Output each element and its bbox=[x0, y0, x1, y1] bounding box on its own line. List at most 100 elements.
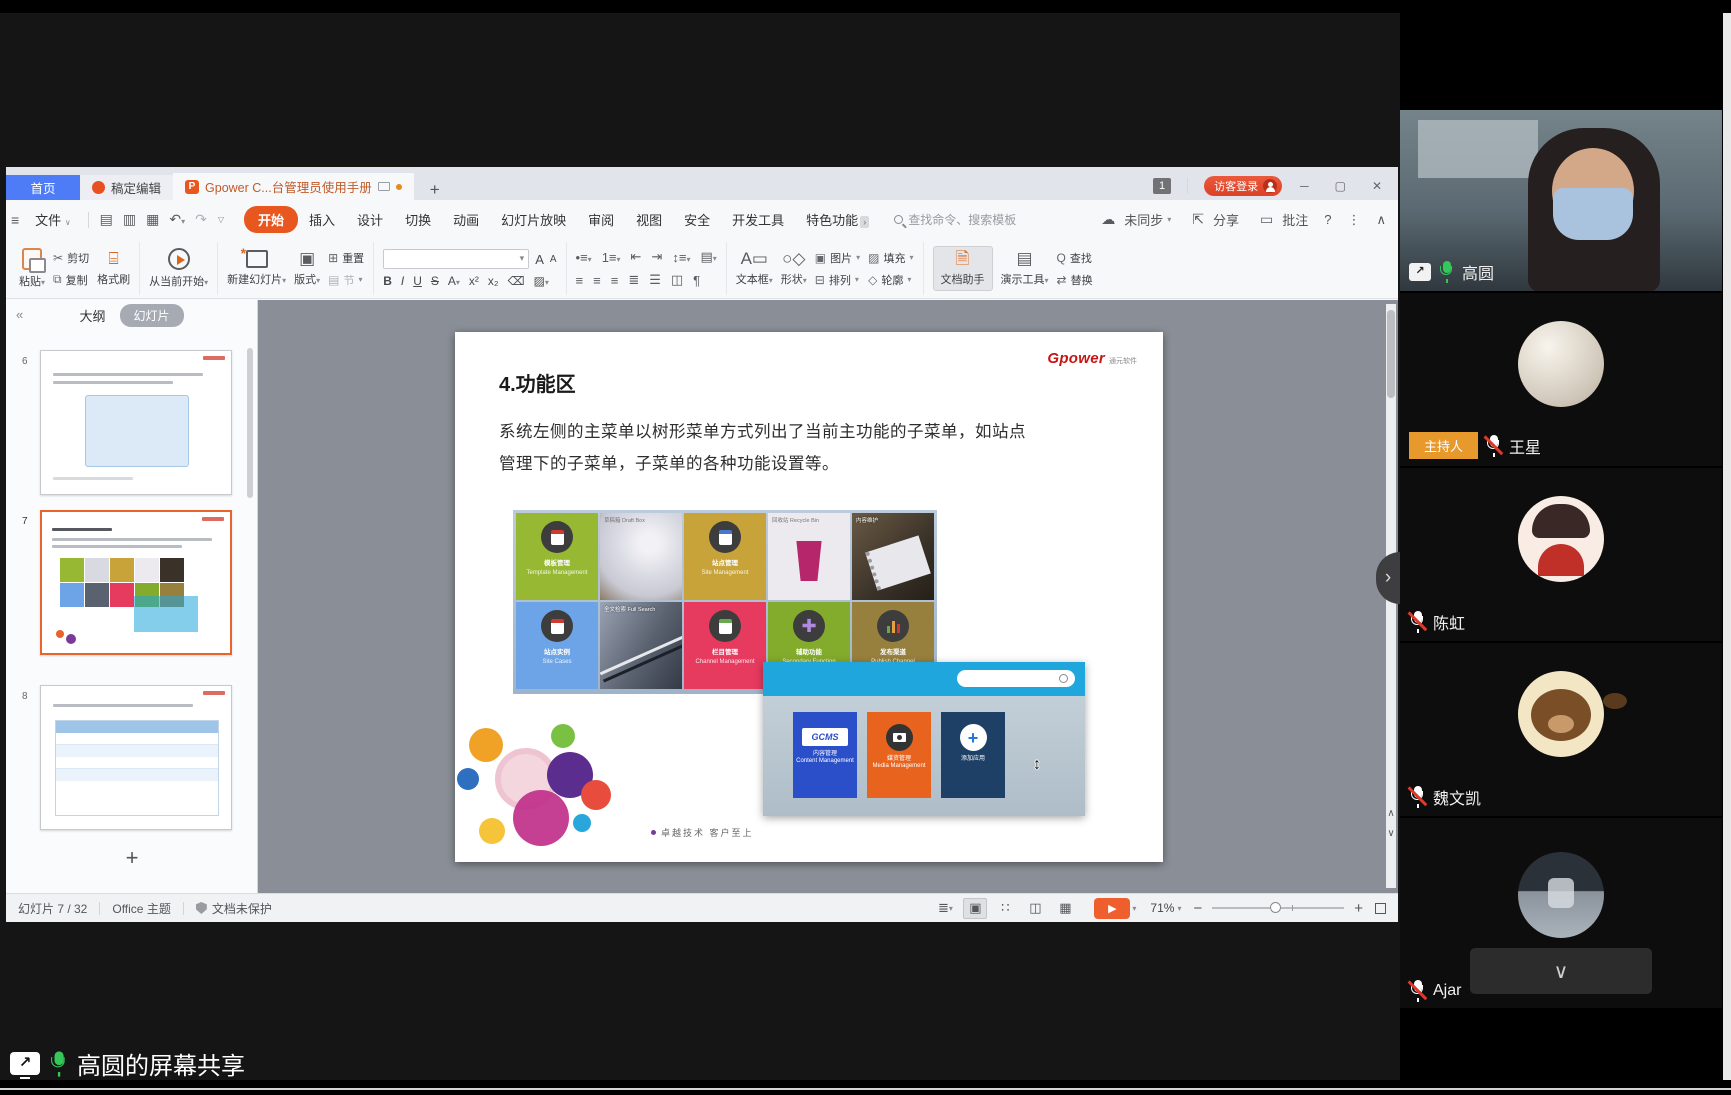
distribute-button[interactable]: ☰ bbox=[649, 272, 661, 288]
comment-button[interactable]: ▭ 批注 bbox=[1255, 210, 1308, 229]
paragraph-dialog-button[interactable]: ¶ bbox=[693, 273, 700, 288]
text-box-button[interactable]: A▭ 文本框▾ bbox=[736, 250, 773, 287]
menu-view[interactable]: 视图 bbox=[625, 206, 673, 233]
columns-button[interactable]: ◫ bbox=[671, 272, 683, 288]
copy-button[interactable]: ⧉复制 bbox=[53, 272, 89, 288]
align-right-button[interactable]: ≡ bbox=[611, 273, 619, 288]
play-from-current-button[interactable]: 从当前开始▾ bbox=[149, 248, 208, 289]
panel-scrollbar[interactable] bbox=[1723, 13, 1731, 1080]
maximize-button[interactable]: ▢ bbox=[1327, 179, 1354, 193]
arrange-button[interactable]: ⊟排列▾ bbox=[815, 272, 860, 288]
italic-button[interactable]: I bbox=[401, 274, 404, 288]
outdent-button[interactable]: ⇤ bbox=[631, 249, 642, 265]
zoom-in-button[interactable]: + bbox=[1354, 900, 1363, 917]
font-family-select[interactable] bbox=[383, 249, 529, 269]
fullscreen-button[interactable] bbox=[1375, 903, 1386, 914]
superscript-button[interactable]: x² bbox=[469, 274, 479, 288]
participant-tile-host[interactable]: 主持人 王星 bbox=[1400, 293, 1722, 466]
menu-insert[interactable]: 插入 bbox=[298, 206, 346, 233]
layout-button[interactable]: ▣ 版式▾ bbox=[294, 250, 320, 287]
more-quick-icon[interactable]: ▽ bbox=[218, 215, 224, 224]
menu-file[interactable]: 文件 ∨ bbox=[24, 206, 82, 233]
indent-button[interactable]: ⇥ bbox=[651, 249, 662, 265]
line-spacing-button[interactable]: ↕≡▾ bbox=[672, 250, 690, 265]
protection-label[interactable]: 文档未保护 bbox=[212, 900, 272, 917]
undo-icon[interactable]: ↶▾ bbox=[169, 211, 185, 228]
new-slide-button[interactable]: 新建幻灯片▾ bbox=[227, 250, 286, 287]
menu-slideshow[interactable]: 幻灯片放映 bbox=[490, 206, 577, 233]
font-shrink-button[interactable]: A bbox=[550, 254, 557, 265]
collapse-ribbon-icon[interactable]: ∧ bbox=[1376, 212, 1386, 228]
participant-tile[interactable]: 魏文凯 bbox=[1400, 643, 1722, 816]
slide-canvas[interactable]: Gpower通元软件 4.功能区 系统左侧的主菜单以树形菜单方式列出了当前主功能… bbox=[455, 332, 1163, 862]
window-count-badge[interactable]: 1 bbox=[1153, 178, 1171, 194]
menu-review[interactable]: 审阅 bbox=[577, 206, 625, 233]
menu-transitions[interactable]: 切换 bbox=[394, 206, 442, 233]
reading-view-button[interactable]: ◫ bbox=[1023, 898, 1047, 919]
minimize-button[interactable]: ─ bbox=[1292, 179, 1317, 193]
font-color-button[interactable]: A▾ bbox=[448, 274, 460, 288]
bold-button[interactable]: B bbox=[383, 274, 392, 288]
close-button[interactable]: ✕ bbox=[1364, 179, 1390, 193]
participant-tile[interactable]: 陈虹 bbox=[1400, 468, 1722, 641]
zoom-percent[interactable]: 71% bbox=[1150, 901, 1174, 915]
theme-label[interactable]: Office 主题 bbox=[112, 900, 170, 917]
doc-assistant-button[interactable]: 🗎 文档助手 bbox=[933, 246, 993, 291]
add-slide-button[interactable]: + bbox=[6, 845, 258, 871]
picture-button[interactable]: ▣图片▾ bbox=[815, 250, 860, 266]
tab-current-doc[interactable]: P Gpower C...台管理员使用手册 bbox=[173, 173, 414, 200]
canvas-scrollbar-thumb[interactable] bbox=[1387, 310, 1395, 398]
slide-thumbnail-6[interactable] bbox=[40, 350, 232, 495]
align-left-button[interactable]: ≡ bbox=[576, 273, 584, 288]
show-comments-button[interactable]: ▦ bbox=[1053, 898, 1077, 919]
next-slide-arrow[interactable]: ∨ bbox=[1386, 828, 1396, 839]
clear-format-button[interactable]: ⌫ bbox=[508, 274, 525, 288]
prev-slide-arrow[interactable]: ∧ bbox=[1386, 808, 1396, 819]
numbering-button[interactable]: 1≡▾ bbox=[602, 250, 621, 265]
tab-outline[interactable]: 大纲 bbox=[79, 306, 105, 325]
command-search[interactable]: 查找命令、搜索模板 bbox=[894, 211, 1016, 228]
tab-design-doc[interactable]: 稿定编辑 bbox=[80, 175, 173, 200]
strikethrough-button[interactable]: S bbox=[431, 274, 439, 288]
menu-special-features[interactable]: 特色功能› bbox=[795, 206, 880, 233]
slide-thumbnail-8[interactable] bbox=[40, 685, 232, 830]
underline-button[interactable]: U bbox=[413, 274, 422, 288]
reset-button[interactable]: ⊞重置 bbox=[328, 250, 364, 266]
find-button[interactable]: Q查找 bbox=[1057, 250, 1093, 266]
subscript-button[interactable]: x₂ bbox=[488, 274, 499, 288]
notes-button[interactable]: ≣▾ bbox=[933, 898, 957, 919]
guest-login-button[interactable]: 访客登录 bbox=[1204, 176, 1282, 196]
slideshow-play-button[interactable]: ▶ bbox=[1094, 898, 1130, 919]
zoom-out-button[interactable]: − bbox=[1193, 900, 1202, 917]
participant-tile-video[interactable]: ↗ 高圆 bbox=[1400, 110, 1722, 291]
zoom-slider-knob[interactable] bbox=[1270, 902, 1281, 913]
menu-design[interactable]: 设计 bbox=[346, 206, 394, 233]
outline-button[interactable]: ◇轮廓▾ bbox=[868, 272, 913, 288]
text-direction-button[interactable]: ▤▾ bbox=[700, 249, 716, 265]
tab-home[interactable]: 首页 bbox=[6, 175, 80, 200]
new-tab-button[interactable]: + bbox=[414, 180, 456, 200]
normal-view-button[interactable]: ▣ bbox=[963, 898, 987, 919]
menu-animation[interactable]: 动画 bbox=[442, 206, 490, 233]
cut-button[interactable]: ✂剪切 bbox=[53, 250, 89, 266]
menu-security[interactable]: 安全 bbox=[673, 206, 721, 233]
redo-icon[interactable]: ↷ bbox=[195, 211, 207, 228]
highlight-button[interactable]: ▨▾ bbox=[534, 274, 549, 288]
format-painter-button[interactable]: ⌸ 格式刷 bbox=[97, 250, 130, 287]
share-button[interactable]: ⇱ 分享 bbox=[1187, 210, 1239, 229]
save-icon[interactable]: ▤ bbox=[100, 211, 113, 228]
collapse-participants-button[interactable]: ∨ bbox=[1470, 948, 1652, 994]
help-button[interactable]: ? bbox=[1324, 212, 1331, 227]
menu-devtools[interactable]: 开发工具 bbox=[721, 206, 795, 233]
align-center-button[interactable]: ≡ bbox=[593, 273, 601, 288]
font-grow-button[interactable]: A bbox=[535, 252, 544, 267]
hamburger-icon[interactable]: ≡ bbox=[11, 212, 19, 228]
slide-thumbnail-7-selected[interactable] bbox=[40, 510, 232, 655]
present-tools-button[interactable]: ▤ 演示工具▾ bbox=[1001, 250, 1049, 287]
print-icon[interactable]: ▥ bbox=[123, 211, 136, 228]
tab-slides[interactable]: 幻灯片 bbox=[120, 304, 184, 327]
section-button[interactable]: ▤节▾ bbox=[328, 272, 364, 288]
paste-button[interactable]: 粘贴▾ bbox=[19, 248, 45, 289]
menu-home[interactable]: 开始 bbox=[244, 206, 298, 233]
fill-button[interactable]: ▨填充▾ bbox=[868, 250, 913, 266]
